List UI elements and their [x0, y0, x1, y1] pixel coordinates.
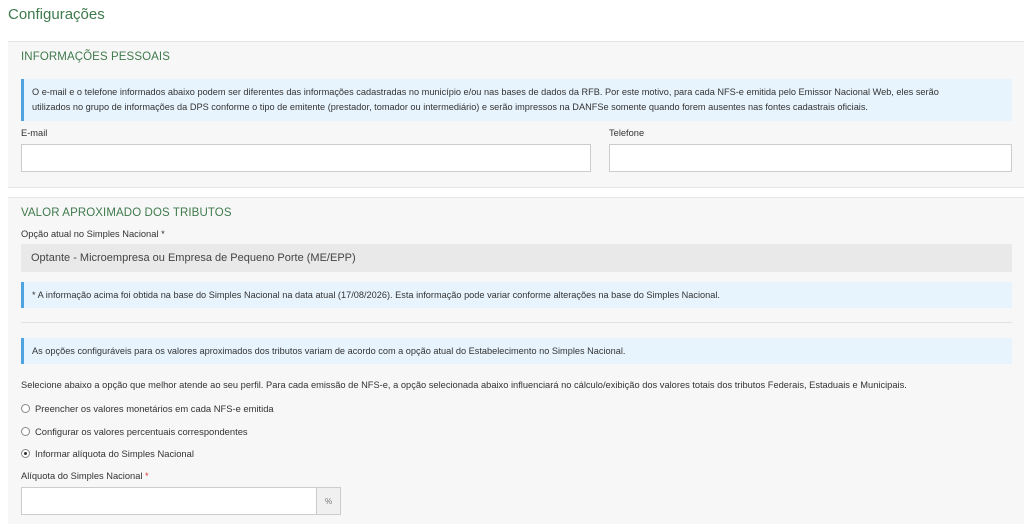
required-mark: *	[145, 471, 149, 481]
options-notice: As opções configuráveis para os valores …	[21, 338, 1012, 364]
email-label: E-mail	[21, 128, 48, 138]
page-title: Configurações	[8, 6, 105, 23]
personal-info-title: INFORMAÇÕES PESSOAIS	[21, 51, 170, 63]
notice-line-2: utilizados no grupo de informações da DP…	[32, 102, 868, 112]
phone-label: Telefone	[609, 128, 645, 138]
taxes-title: VALOR APROXIMADO DOS TRIBUTOS	[21, 207, 232, 219]
taxes-section: VALOR APROXIMADO DOS TRIBUTOS Opção atua…	[8, 197, 1024, 524]
radio-label: Configurar os valores percentuais corres…	[35, 426, 248, 437]
radio-option-percentual[interactable]: Configurar os valores percentuais corres…	[21, 426, 248, 437]
radio-icon[interactable]	[21, 427, 30, 436]
aliquota-input[interactable]	[21, 487, 317, 515]
required-mark: *	[161, 229, 165, 239]
aliquota-label-text: Alíquota do Simples Nacional	[21, 471, 143, 481]
aliquota-label: Alíquota do Simples Nacional *	[21, 471, 149, 481]
radio-label: Informar alíquota do Simples Nacional	[35, 448, 194, 459]
notice-line-1: O e-mail e o telefone informados abaixo …	[32, 87, 939, 97]
percent-addon: %	[317, 487, 341, 515]
radio-checked-icon[interactable]	[21, 449, 30, 458]
radio-icon[interactable]	[21, 404, 30, 413]
instruction-text: Selecione abaixo a opção que melhor aten…	[21, 380, 907, 390]
section-divider	[21, 322, 1012, 323]
personal-info-section: INFORMAÇÕES PESSOAIS O e-mail e o telefo…	[8, 42, 1024, 188]
personal-info-notice: O e-mail e o telefone informados abaixo …	[21, 79, 1012, 121]
radio-option-aliquota[interactable]: Informar alíquota do Simples Nacional	[21, 448, 194, 459]
simples-option-readonly: Optante - Microempresa ou Empresa de Peq…	[21, 244, 1012, 272]
phone-field[interactable]	[609, 144, 1012, 172]
email-field[interactable]	[21, 144, 591, 172]
simples-label-text: Opção atual no Simples Nacional	[21, 229, 159, 239]
radio-label: Preencher os valores monetários em cada …	[35, 403, 274, 414]
simples-label: Opção atual no Simples Nacional *	[21, 229, 165, 239]
simples-notice: * A informação acima foi obtida na base …	[21, 282, 1012, 308]
radio-option-monetary[interactable]: Preencher os valores monetários em cada …	[21, 403, 274, 414]
